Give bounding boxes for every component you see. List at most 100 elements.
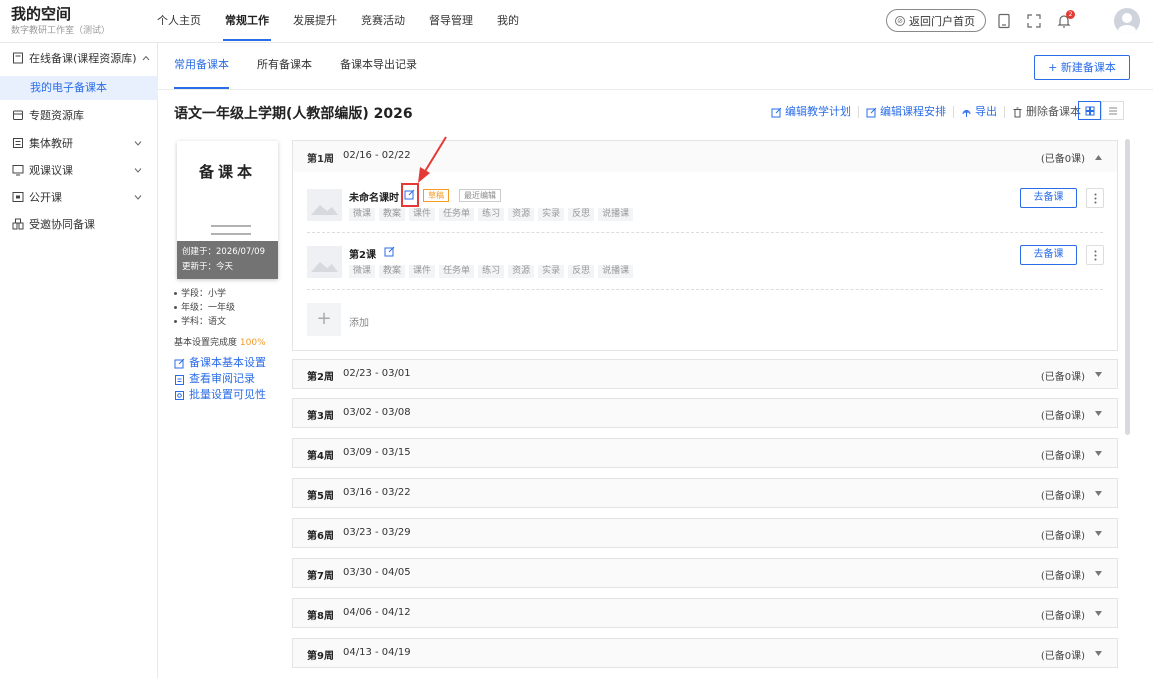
grid-icon xyxy=(1085,106,1094,115)
brand-subtitle: 数字教研工作室（测试） xyxy=(11,26,111,36)
week-panel[interactable]: 第2周 02/23 - 03/01 (已备0课) xyxy=(292,359,1118,389)
nav-development[interactable]: 发展提升 xyxy=(281,0,349,43)
sidebar-item-label: 在线备课(课程资源库) xyxy=(29,52,137,65)
lesson-tag[interactable]: 实录 xyxy=(538,265,565,278)
week-panel[interactable]: 第6周 03/23 - 03/29 (已备0课) xyxy=(292,518,1118,548)
lesson-tag[interactable]: 微课 xyxy=(349,208,376,221)
lesson-tag[interactable]: 反思 xyxy=(568,208,595,221)
sidebar-item-public-class[interactable]: 公开课 xyxy=(0,184,158,210)
more-button[interactable] xyxy=(1086,245,1104,265)
week-panel[interactable]: 第9周 04/13 - 04/19 (已备0课) xyxy=(292,638,1118,668)
sidebar-item-online-prep[interactable]: 在线备课(课程资源库) xyxy=(0,45,158,71)
lesson-tag[interactable]: 资源 xyxy=(508,265,535,278)
chevron-down-icon xyxy=(134,168,142,173)
week-dates: 03/02 - 03/08 xyxy=(343,407,411,418)
lesson-name[interactable]: 未命名课时 xyxy=(349,189,399,204)
clipboard-icon xyxy=(175,374,184,385)
export-icon xyxy=(962,109,971,117)
tab-export-records[interactable]: 备课本导出记录 xyxy=(340,43,417,89)
tab-all-books[interactable]: 所有备课本 xyxy=(257,43,312,89)
sidebar-sub-my-ebook[interactable]: 我的电子备课本 xyxy=(0,76,158,100)
scrollbar[interactable] xyxy=(1125,139,1130,435)
week-panel[interactable]: 第8周 04/06 - 04/12 (已备0课) xyxy=(292,598,1118,628)
nav-supervision[interactable]: 督导管理 xyxy=(417,0,485,43)
brand-title: 我的空间 xyxy=(11,5,72,23)
lesson-tag[interactable]: 教案 xyxy=(379,265,406,278)
week-dates: 03/30 - 04/05 xyxy=(343,567,411,578)
nav-home[interactable]: 个人主页 xyxy=(145,0,213,43)
week-panel[interactable]: 第7周 03/30 - 04/05 (已备0课) xyxy=(292,558,1118,588)
main-content: 常用备课本 所有备课本 备课本导出记录 + 新建备课本 语文一年级上学期(人教部… xyxy=(158,43,1153,678)
lesson-tag[interactable]: 实录 xyxy=(538,208,565,221)
add-lesson-button[interactable]: + xyxy=(307,303,341,336)
action-label: 编辑课程安排 xyxy=(880,105,946,118)
tab-common-books[interactable]: 常用备课本 xyxy=(174,43,229,89)
week-panel[interactable]: 第5周 03/16 - 03/22 (已备0课) xyxy=(292,478,1118,508)
lesson-name[interactable]: 第2课 xyxy=(349,246,376,261)
sidebar-item-label: 公开课 xyxy=(29,191,62,204)
go-prepare-button[interactable]: 去备课 xyxy=(1020,188,1077,208)
lesson-tag[interactable]: 课件 xyxy=(409,265,436,278)
lesson-tag[interactable]: 说播课 xyxy=(598,265,634,278)
week-count: (已备0课) xyxy=(1040,154,1085,165)
lesson-tag[interactable]: 反思 xyxy=(568,265,595,278)
lesson-tag[interactable]: 练习 xyxy=(478,208,505,221)
view-toggle xyxy=(1078,101,1124,120)
back-portal-button[interactable]: ⊘ 返回门户首页 xyxy=(886,9,986,32)
week-dates: 03/16 - 03/22 xyxy=(343,487,411,498)
book-cover[interactable]: 备课本 创建于：2026/07/09 更新于：今天 xyxy=(177,141,278,279)
week-dates: 02/23 - 03/01 xyxy=(343,368,411,379)
divider xyxy=(307,289,1103,290)
list-view-button[interactable] xyxy=(1101,101,1124,120)
caret-down-icon xyxy=(1095,571,1102,576)
new-book-button[interactable]: + 新建备课本 xyxy=(1034,55,1130,80)
review-records-link[interactable]: 查看审阅记录 xyxy=(174,371,266,387)
lesson-tag[interactable]: 任务单 xyxy=(439,208,475,221)
lesson-tag[interactable]: 资源 xyxy=(508,208,535,221)
edit-icon[interactable] xyxy=(384,246,395,257)
lesson-tag[interactable]: 说播课 xyxy=(598,208,634,221)
user-avatar[interactable] xyxy=(1114,8,1140,34)
nav-routine-work[interactable]: 常规工作 xyxy=(213,0,281,43)
lesson-tag[interactable]: 教案 xyxy=(379,208,406,221)
grid-view-button[interactable] xyxy=(1078,101,1101,120)
sidebar-item-label: 专题资源库 xyxy=(29,109,84,122)
week-label: 第1周 xyxy=(307,154,334,165)
completion-status: 基本设置完成度 100% xyxy=(174,338,266,348)
video-icon xyxy=(12,192,24,202)
tablet-icon[interactable] xyxy=(996,13,1012,29)
sidebar-item-topic-library[interactable]: 专题资源库 xyxy=(0,102,158,128)
week-dates: 02/16 - 02/22 xyxy=(343,150,411,161)
week-panel[interactable]: 第3周 03/02 - 03/08 (已备0课) xyxy=(292,398,1118,428)
lesson-tag[interactable]: 任务单 xyxy=(439,265,475,278)
more-vertical-icon xyxy=(1094,250,1096,260)
caret-down-icon xyxy=(1095,651,1102,656)
nav-mine[interactable]: 我的 xyxy=(485,0,531,43)
week-dates: 03/23 - 03/29 xyxy=(343,527,411,538)
image-placeholder-icon xyxy=(307,246,342,278)
nav-competition[interactable]: 竞赛活动 xyxy=(349,0,417,43)
delete-book-button[interactable]: 删除备课本 xyxy=(1005,106,1088,118)
back-portal-label: 返回门户首页 xyxy=(909,14,975,28)
brand[interactable]: 我的空间 数字教研工作室（测试） xyxy=(11,6,110,37)
divider xyxy=(158,89,1153,90)
week-panel[interactable]: 第4周 03/09 - 03/15 (已备0课) xyxy=(292,438,1118,468)
edit-course-schedule-button[interactable]: 编辑课程安排 xyxy=(859,106,954,118)
sidebar-item-observe-lessons[interactable]: 观课议课 xyxy=(0,157,158,183)
sidebar-item-invited-collab[interactable]: 受邀协同备课 xyxy=(0,211,158,237)
book-basic-settings-link[interactable]: 备课本基本设置 xyxy=(174,355,266,371)
edit-icon xyxy=(174,358,185,368)
lesson-tag[interactable]: 微课 xyxy=(349,265,376,278)
week-dates: 03/09 - 03/15 xyxy=(343,447,411,458)
batch-visibility-link[interactable]: 批量设置可见性 xyxy=(174,387,266,403)
go-prepare-button[interactable]: 去备课 xyxy=(1020,245,1077,265)
group-icon xyxy=(12,218,24,230)
trash-icon xyxy=(1013,107,1022,117)
fullscreen-icon[interactable] xyxy=(1026,13,1042,29)
sidebar-item-group-research[interactable]: 集体教研 xyxy=(0,130,158,156)
more-button[interactable] xyxy=(1086,188,1104,208)
edit-teaching-plan-button[interactable]: 编辑教学计划 xyxy=(764,106,859,118)
export-button[interactable]: 导出 xyxy=(954,106,1005,118)
lesson-tag[interactable]: 练习 xyxy=(478,265,505,278)
lesson-tag[interactable]: 课件 xyxy=(409,208,436,221)
